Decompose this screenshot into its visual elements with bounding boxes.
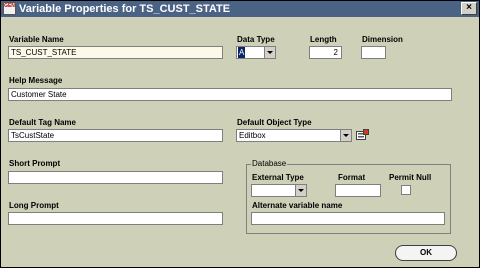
external-type-label: External Type xyxy=(252,173,304,182)
chevron-down-icon[interactable] xyxy=(264,47,275,58)
default-object-type-dropdown[interactable]: Editbox xyxy=(236,129,352,142)
length-field[interactable]: 2 xyxy=(309,46,342,59)
variable-name-field[interactable]: TS_CUST_STATE xyxy=(8,46,223,59)
long-prompt-label: Long Prompt xyxy=(9,201,59,210)
window-title: Variable Properties for TS_CUST_STATE xyxy=(19,3,231,15)
alternate-variable-name-label: Alternate variable name xyxy=(252,201,343,210)
help-message-field[interactable]: Customer State xyxy=(8,88,452,101)
permit-null-checkbox[interactable] xyxy=(401,185,411,195)
short-prompt-label: Short Prompt xyxy=(9,159,61,168)
title-bar[interactable]: GEN Variable Properties for TS_CUST_STAT… xyxy=(1,1,479,17)
format-label: Format xyxy=(338,173,366,182)
length-label: Length xyxy=(310,35,337,44)
variable-name-label: Variable Name xyxy=(9,35,64,44)
dimension-field[interactable] xyxy=(361,46,386,59)
dimension-label: Dimension xyxy=(362,35,403,44)
external-type-dropdown[interactable] xyxy=(251,184,307,197)
permit-null-label: Permit Null xyxy=(389,173,432,182)
object-properties-icon[interactable] xyxy=(356,129,369,141)
long-prompt-field[interactable] xyxy=(8,212,223,225)
dialog-window: GEN Variable Properties for TS_CUST_STAT… xyxy=(0,0,480,268)
help-message-label: Help Message xyxy=(9,76,63,85)
default-object-type-value: Editbox xyxy=(239,131,266,140)
database-group-title: Database xyxy=(251,159,288,168)
chevron-down-icon[interactable] xyxy=(295,185,306,196)
format-field[interactable] xyxy=(335,184,381,197)
data-type-label: Data Type xyxy=(237,35,275,44)
app-icon: GEN xyxy=(3,2,16,15)
alternate-variable-name-field[interactable] xyxy=(251,212,445,225)
default-object-type-label: Default Object Type xyxy=(237,118,312,127)
short-prompt-field[interactable] xyxy=(8,171,223,184)
chevron-down-icon[interactable] xyxy=(340,130,351,141)
default-tag-name-label: Default Tag Name xyxy=(9,118,76,127)
close-button[interactable]: × xyxy=(461,2,477,15)
default-tag-name-field[interactable]: TsCustState xyxy=(8,129,223,142)
data-type-value: A xyxy=(238,47,246,58)
ok-button[interactable]: OK xyxy=(395,245,457,261)
data-type-dropdown[interactable]: A xyxy=(236,46,276,59)
